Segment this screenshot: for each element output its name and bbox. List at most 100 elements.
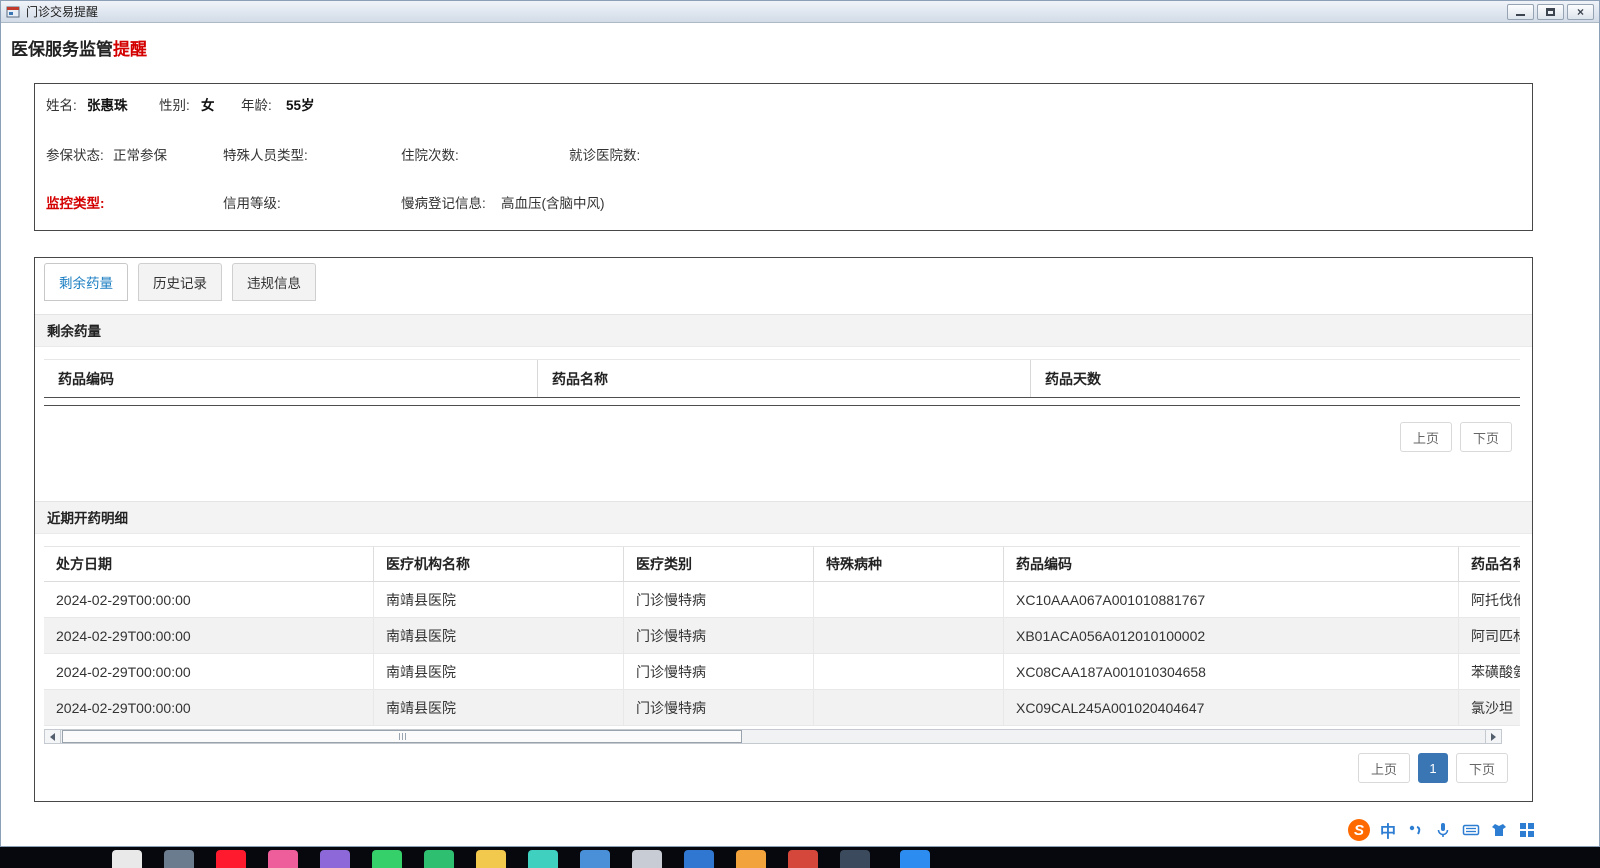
scroll-left-button[interactable] (45, 730, 61, 743)
ime-punctuation-icon[interactable] (1406, 821, 1424, 839)
tab-violations[interactable]: 违规信息 (232, 263, 316, 301)
cell-drug-code: XB01ACA056A012010100002 (1004, 618, 1459, 653)
scrollbar-grip (404, 733, 406, 740)
recent-prev-button[interactable]: 上页 (1357, 753, 1410, 783)
cell-category: 门诊慢特病 (624, 582, 814, 617)
horizontal-scrollbar[interactable] (44, 729, 1502, 744)
recent-col-drug-code: 药品编码 (1004, 547, 1459, 581)
taskbar-app-icon[interactable] (320, 850, 350, 868)
cell-institution: 南靖县医院 (374, 654, 624, 689)
cell-special (814, 690, 1004, 725)
remaining-section-title: 剩余药量 (35, 314, 1532, 347)
ime-keyboard-icon[interactable] (1462, 821, 1480, 839)
cell-institution: 南靖县医院 (374, 690, 624, 725)
ime-mic-icon[interactable] (1434, 821, 1452, 839)
close-button[interactable]: × (1567, 3, 1594, 20)
scroll-right-icon (1491, 732, 1496, 741)
minimize-icon (1516, 14, 1525, 16)
age-value: 55岁 (286, 98, 315, 113)
taskbar-app-icon[interactable] (632, 850, 662, 868)
taskbar-app-icon[interactable] (900, 850, 930, 868)
titlebar[interactable]: 门诊交易提醒 × (1, 1, 1599, 23)
minimize-button[interactable] (1507, 3, 1534, 20)
cell-category: 门诊慢特病 (624, 690, 814, 725)
age-label: 年龄: (241, 98, 272, 113)
remaining-col-drug-days: 药品天数 (1045, 370, 1101, 387)
window-title: 门诊交易提醒 (26, 5, 99, 19)
taskbar-app-icon[interactable] (580, 850, 610, 868)
recent-pagination: 上页 1 下页 (1357, 753, 1508, 783)
cell-date: 2024-02-29T00:00:00 (44, 618, 374, 653)
taskbar-app-icon[interactable] (372, 850, 402, 868)
cell-date: 2024-02-29T00:00:00 (44, 582, 374, 617)
scrollbar-thumb[interactable] (62, 730, 742, 743)
cell-date: 2024-02-29T00:00:00 (44, 690, 374, 725)
insured-status-value: 正常参保 (113, 148, 167, 163)
remaining-next-button[interactable]: 下页 (1459, 422, 1512, 452)
sogou-logo-icon[interactable]: S (1347, 819, 1370, 841)
monitor-type-label: 监控类型: (46, 196, 105, 211)
taskbar-app-icon[interactable] (424, 850, 454, 868)
taskbar-app-icon[interactable] (788, 850, 818, 868)
cell-drug-code: XC08CAA187A001010304658 (1004, 654, 1459, 689)
remaining-pagination: 上页 下页 (1399, 422, 1512, 452)
gender-label: 性别: (159, 98, 190, 113)
cell-special (814, 618, 1004, 653)
recent-col-institution: 医疗机构名称 (374, 547, 624, 581)
gender-value: 女 (201, 98, 215, 113)
remaining-col-drug-name: 药品名称 (538, 360, 1031, 397)
taskbar-app-icon[interactable] (684, 850, 714, 868)
taskbar-app-icon[interactable] (164, 850, 194, 868)
taskbar-app-icon[interactable] (476, 850, 506, 868)
ime-mode-chinese[interactable]: 中 (1380, 818, 1396, 842)
taskbar-app-icon[interactable] (216, 850, 246, 868)
tab-remaining-medication[interactable]: 剩余药量 (44, 263, 128, 301)
ime-toolbar: S 中 (1347, 816, 1536, 844)
scrollbar-grip (398, 733, 400, 740)
table-row[interactable]: 2024-02-29T00:00:00 南靖县医院 门诊慢特病 XB01ACA0… (44, 618, 1520, 654)
ime-skin-icon[interactable] (1490, 821, 1508, 839)
chronic-info-value: 高血压(含脑中风) (501, 196, 605, 211)
recent-col-drug-name: 药品名称 (1471, 556, 1520, 572)
table-row[interactable]: 2024-02-29T00:00:00 南靖县医院 门诊慢特病 XC08CAA1… (44, 654, 1520, 690)
window-icon (6, 5, 20, 19)
ime-toolbox-icon[interactable] (1518, 821, 1536, 839)
cell-special (814, 582, 1004, 617)
tab-history[interactable]: 历史记录 (138, 263, 222, 301)
name-label: 姓名: (46, 98, 77, 113)
cell-special (814, 654, 1004, 689)
recent-table-body: 2024-02-29T00:00:00 南靖县医院 门诊慢特病 XC10AAA0… (44, 582, 1520, 726)
remaining-prev-button[interactable]: 上页 (1399, 422, 1452, 452)
cell-drug-name: 阿司匹林 (1471, 627, 1520, 644)
recent-current-page[interactable]: 1 (1417, 753, 1448, 783)
scroll-left-icon (50, 732, 55, 741)
remaining-table-empty-row (44, 398, 1520, 406)
cell-category: 门诊慢特病 (624, 618, 814, 653)
taskbar-app-icon[interactable] (840, 850, 870, 868)
taskbar-app-icon[interactable] (736, 850, 766, 868)
taskbar-app-icon[interactable] (112, 850, 142, 868)
patient-info-box: 姓名: 张惠珠 性别: 女 年龄: 55岁 参保状态: 正常参保 特殊人员类型:… (34, 83, 1533, 231)
table-row[interactable]: 2024-02-29T00:00:00 南靖县医院 门诊慢特病 XC10AAA0… (44, 582, 1520, 618)
recent-col-special: 特殊病种 (814, 547, 1004, 581)
taskbar-app-icon[interactable] (268, 850, 298, 868)
special-type-label: 特殊人员类型: (223, 148, 308, 163)
scroll-right-button[interactable] (1485, 730, 1501, 743)
page-title-black: 医保服务监管 (11, 40, 113, 59)
page-title-red: 提醒 (113, 40, 147, 59)
taskbar-app-icon[interactable] (528, 850, 558, 868)
recent-next-button[interactable]: 下页 (1455, 753, 1508, 783)
recent-table-header: 处方日期 医疗机构名称 医疗类别 特殊病种 药品编码 药品名称 (44, 546, 1520, 582)
tab-bar: 剩余药量 历史记录 违规信息 (44, 263, 316, 301)
hospital-count-label: 就诊医院数: (569, 148, 641, 163)
cell-category: 门诊慢特病 (624, 654, 814, 689)
recent-col-date: 处方日期 (44, 547, 374, 581)
close-icon: × (1576, 4, 1584, 19)
maximize-button[interactable] (1537, 3, 1564, 20)
table-row[interactable]: 2024-02-29T00:00:00 南靖县医院 门诊慢特病 XC09CAL2… (44, 690, 1520, 726)
taskbar[interactable] (0, 847, 1600, 868)
admissions-label: 住院次数: (401, 148, 459, 163)
chronic-info-label: 慢病登记信息: (401, 196, 486, 211)
main-panel: 剩余药量 历史记录 违规信息 剩余药量 药品编码 药品名称 药品天数 上页 下页… (34, 257, 1533, 802)
remaining-col-drug-code: 药品编码 (44, 360, 538, 397)
